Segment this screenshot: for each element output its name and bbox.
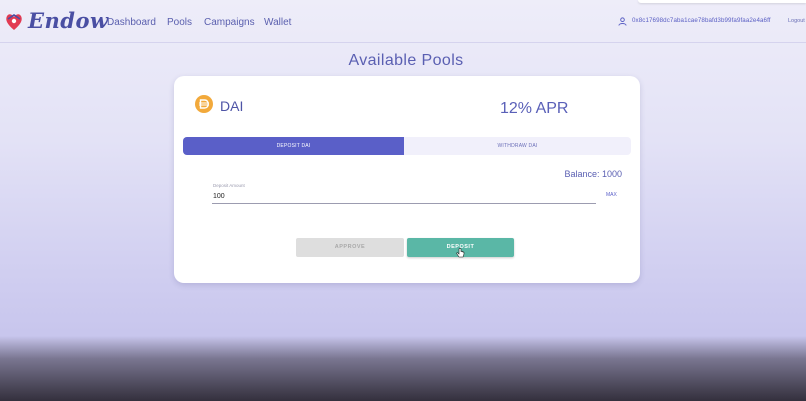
page-title: Available Pools <box>348 52 464 69</box>
top-navbar: Endow Dashboard Pools Campaigns Wallet 0… <box>0 0 806 43</box>
nav-wallet[interactable]: Wallet <box>264 17 291 28</box>
brand-name[interactable]: Endow <box>28 8 109 33</box>
nav-campaigns[interactable]: Campaigns <box>204 17 255 28</box>
endow-logo-icon[interactable] <box>4 10 24 32</box>
tab-withdraw[interactable]: WITHDRAW DAI <box>404 137 631 155</box>
balance-label: Balance: 1000 <box>564 169 622 179</box>
deposit-withdraw-tabs: DEPOSIT DAI WITHDRAW DAI <box>183 137 631 155</box>
corner-popup-edge <box>638 0 806 3</box>
user-icon <box>618 17 627 26</box>
nav-dashboard[interactable]: Dashboard <box>107 17 156 28</box>
deposit-amount-label: Deposit Amount <box>213 183 245 188</box>
logout-link[interactable]: Logout <box>788 18 805 24</box>
max-button[interactable]: MAX <box>606 192 617 198</box>
approve-button[interactable]: APPROVE <box>296 238 404 257</box>
nav-pools[interactable]: Pools <box>167 17 192 28</box>
dai-token-icon <box>195 95 213 113</box>
tab-deposit[interactable]: DEPOSIT DAI <box>183 137 404 155</box>
apr-value: 12% APR <box>500 100 569 117</box>
bottom-overlay <box>0 336 806 401</box>
hand-cursor-icon <box>456 248 465 258</box>
deposit-amount-input[interactable] <box>212 189 596 204</box>
pool-card: DAI 12% APR DEPOSIT DAI WITHDRAW DAI Bal… <box>174 76 640 283</box>
token-name: DAI <box>220 98 244 114</box>
account-address[interactable]: 0x8c17698dc7aba1cae78bafd3b99fa9faa2e4a6… <box>632 17 771 24</box>
